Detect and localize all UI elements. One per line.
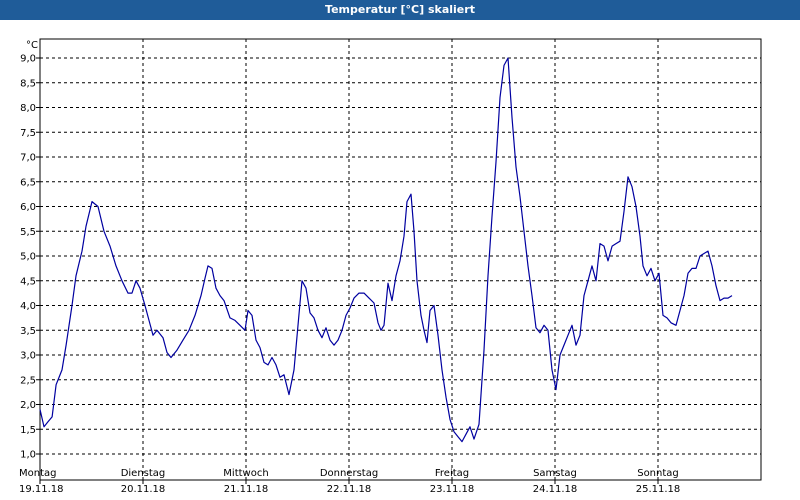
y-tick-label: 2,5 (20, 375, 36, 386)
x-label-date: 23.11.18 (430, 484, 475, 495)
y-axis-ticks: 1,0 1,5 2,0 2,5 3,0 3,5 4,0 4,5 5,0 5,5 6,0 6,5 7,0 7… (20, 54, 40, 461)
y-tick-label: 4,5 (20, 276, 36, 287)
y-tick-label: 7,5 (20, 128, 36, 139)
y-tick-label: 7,0 (20, 153, 36, 164)
x-label-weekday: Sonntag (637, 468, 679, 479)
y-tick-label: 6,5 (20, 177, 36, 188)
y-tick-label: 3,5 (20, 326, 36, 337)
x-label-date: 25.11.18 (636, 484, 681, 495)
x-label-date: 19.11.18 (19, 484, 64, 495)
y-tick-label: 9,0 (20, 54, 36, 65)
x-label-weekday: Samstag (533, 468, 577, 479)
x-label-weekday: Freitag (435, 468, 469, 479)
y-tick-label: 1,0 (20, 450, 36, 461)
x-label-weekday: Dienstag (121, 468, 166, 479)
x-label-weekday: Montag (19, 468, 56, 479)
x-label-weekday: Donnerstag (320, 468, 378, 479)
y-tick-label: 4,0 (20, 301, 36, 312)
y-axis-unit-label: °C (26, 40, 38, 51)
x-label-weekday: Mittwoch (223, 468, 268, 479)
y-tick-label: 3,0 (20, 351, 36, 362)
y-tick-label: 2,0 (20, 400, 36, 411)
y-tick-label: 8,0 (20, 103, 36, 114)
temperature-chart: °C 1,0 1,5 2,0 2,5 3,0 3,5 4,0 4,5 5,0 5,5 6,0 6,5 7… (19, 38, 762, 495)
y-tick-label: 8,5 (20, 78, 36, 89)
y-tick-label: 1,5 (20, 425, 36, 436)
x-label-date: 22.11.18 (327, 484, 372, 495)
y-tick-label: 5,0 (20, 252, 36, 263)
y-tick-label: 6,0 (20, 202, 36, 213)
window-title: Temperatur [°C] skaliert (0, 0, 800, 20)
x-label-date: 21.11.18 (224, 484, 269, 495)
x-label-date: 24.11.18 (533, 484, 578, 495)
x-label-date: 20.11.18 (121, 484, 166, 495)
y-tick-label: 5,5 (20, 227, 36, 238)
